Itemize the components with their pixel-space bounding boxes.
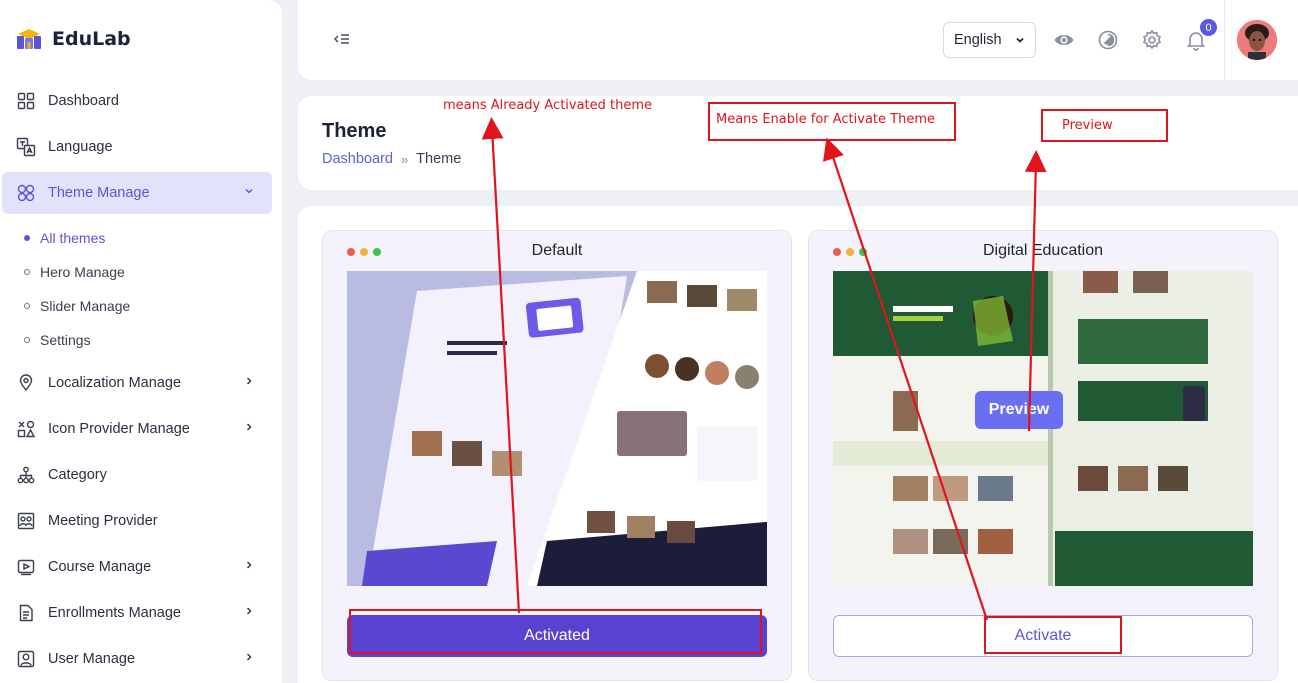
sidebar-item-label: Icon Provider Manage: [48, 421, 190, 437]
sidebar-item-icon-provider-manage[interactable]: Icon Provider Manage: [2, 408, 272, 450]
shapes-icon: [16, 419, 36, 439]
grid-icon: [16, 91, 36, 111]
page-title: Theme: [322, 120, 387, 142]
graduation-cap-icon: [17, 29, 41, 49]
location-icon: [16, 373, 36, 393]
topbar-divider: [1224, 0, 1225, 80]
sidebar-item-meeting-provider[interactable]: Meeting Provider: [2, 500, 272, 542]
theme-preview-image[interactable]: [347, 271, 767, 586]
sidebar-item-label: Dashboard: [48, 93, 119, 109]
sidebar-item-enrollments-manage[interactable]: Enrollments Manage: [2, 592, 272, 634]
chevron-down-icon: [245, 188, 253, 194]
sidebar-item-label: Theme Manage: [48, 185, 150, 201]
chevron-right-icon: [246, 653, 252, 661]
sidebar-item-course-manage[interactable]: Course Manage: [2, 546, 272, 588]
chevron-right-icon: [246, 561, 252, 569]
breadcrumb-current: Theme: [416, 151, 462, 167]
sidebar-subitem-label: Settings: [40, 332, 91, 348]
preview-button[interactable]: Preview: [975, 391, 1063, 429]
bullet-icon: [24, 235, 30, 241]
hierarchy-icon: [16, 465, 36, 485]
sidebar-item-label: Enrollments Manage: [48, 605, 181, 621]
sidebar-subitem-label: Slider Manage: [40, 298, 131, 314]
sidebar-subitem-label: Hero Manage: [40, 264, 125, 280]
bullet-icon: [24, 269, 30, 275]
default-theme-screenshot: [347, 271, 767, 586]
video-icon: [16, 557, 36, 577]
sidebar-item-localization-manage[interactable]: Localization Manage: [2, 362, 272, 404]
bullet-icon: [24, 303, 30, 309]
collapse-menu-icon[interactable]: [332, 30, 352, 50]
brand-name: EduLab: [52, 28, 131, 50]
chevron-right-icon: [246, 607, 252, 615]
breadcrumb-link-dashboard[interactable]: Dashboard: [322, 151, 393, 167]
sidebar-item-category[interactable]: Category: [2, 454, 272, 496]
sidebar-item-label: Category: [48, 467, 107, 483]
theme-card-digital-education: Digital Education Preview Activate: [808, 230, 1278, 681]
sidebar-subitem-label: All themes: [40, 230, 106, 246]
notification-badge: 0: [1200, 19, 1217, 36]
sidebar-item-label: Meeting Provider: [48, 513, 158, 529]
annotation-box-activate-button: [984, 616, 1122, 654]
sidebar-subitem-settings[interactable]: Settings: [24, 328, 91, 352]
sidebar-item-label: Course Manage: [48, 559, 152, 575]
sidebar-item-label: Language: [48, 139, 113, 155]
topbar: English 0: [298, 0, 1298, 80]
chevron-down-icon: [1016, 37, 1024, 43]
sidebar: EduLab Dashboard Language Theme Manage A…: [0, 0, 282, 683]
theme-mode-icon[interactable]: [1097, 29, 1119, 51]
annotation-box-activated-button: [349, 609, 762, 654]
sidebar-subitem-hero-manage[interactable]: Hero Manage: [24, 260, 125, 284]
language-select[interactable]: English: [943, 22, 1036, 58]
document-icon: [16, 603, 36, 623]
annotation-preview-note: Preview: [1062, 118, 1113, 133]
user-avatar-image: [1237, 20, 1277, 60]
sidebar-item-label: User Manage: [48, 651, 136, 667]
sidebar-item-theme-manage[interactable]: Theme Manage: [2, 172, 272, 214]
breadcrumb: Dashboard » Theme: [322, 151, 461, 167]
translate-icon: [16, 137, 36, 157]
eye-icon[interactable]: [1053, 29, 1075, 51]
theme-icon: [16, 183, 36, 203]
user-icon: [16, 649, 36, 669]
chevron-right-icon: [246, 423, 252, 431]
chevron-right-icon: [246, 377, 252, 385]
annotation-activate-note: Means Enable for Activate Theme: [716, 112, 935, 127]
avatar[interactable]: [1237, 20, 1277, 60]
sidebar-subitem-slider-manage[interactable]: Slider Manage: [24, 294, 130, 318]
sidebar-item-language[interactable]: Language: [2, 126, 272, 168]
sidebar-subitem-all-themes[interactable]: All themes: [24, 226, 105, 250]
meeting-icon: [16, 511, 36, 531]
sidebar-item-label: Localization Manage: [48, 375, 182, 391]
brand-logo[interactable]: EduLab: [14, 24, 131, 54]
bullet-icon: [24, 337, 30, 343]
sidebar-item-dashboard[interactable]: Dashboard: [2, 80, 272, 122]
sidebar-item-user-manage[interactable]: User Manage: [2, 638, 272, 680]
gear-icon[interactable]: [1141, 29, 1163, 51]
theme-card-title: Digital Education: [982, 242, 1104, 259]
language-select-value: English: [954, 32, 1002, 48]
breadcrumb-separator: »: [400, 151, 409, 167]
theme-card-title: Default: [531, 242, 583, 259]
annotation-activated-note: means Already Activated theme: [443, 98, 653, 113]
